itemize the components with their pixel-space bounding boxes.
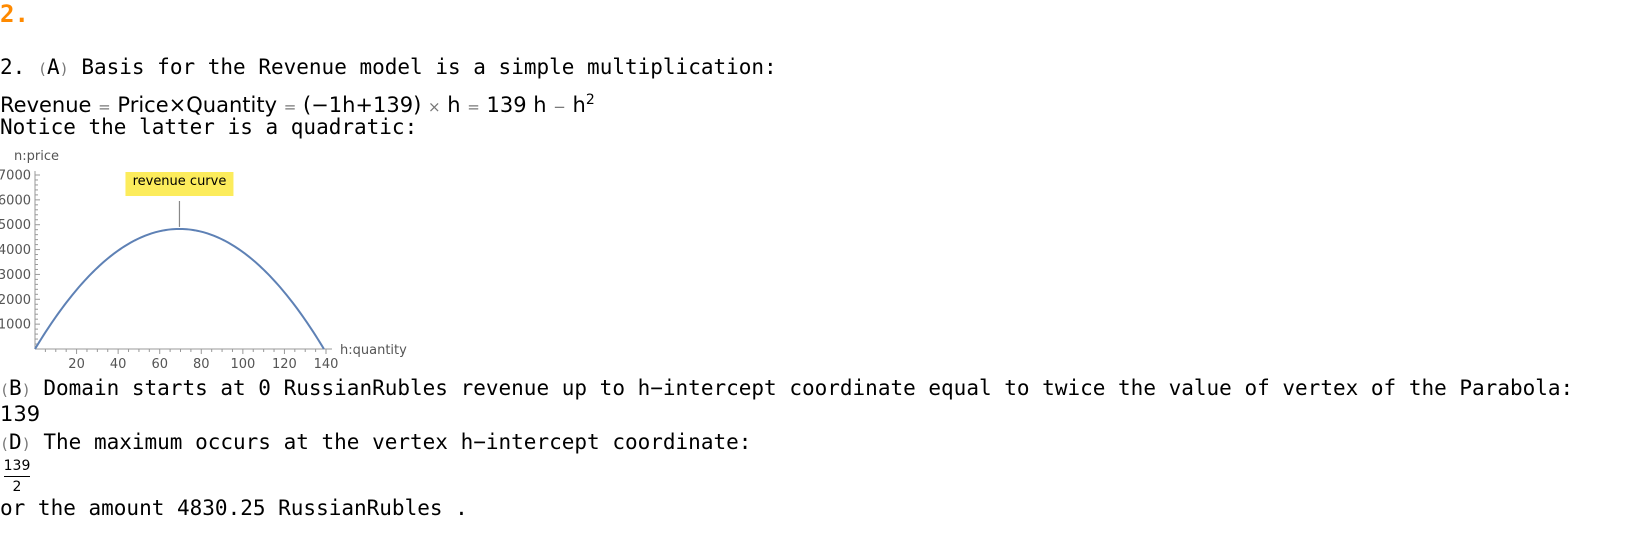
revenue-curve-line	[34, 227, 325, 350]
x-tick-label: 120	[272, 357, 297, 370]
vertex-fraction: 139 2	[2, 458, 32, 495]
formula-product: Price×Quantity	[117, 93, 277, 117]
callout-label: revenue curve	[133, 174, 227, 189]
fraction-denominator: 2	[12, 479, 22, 495]
section-heading: 2.	[0, 0, 29, 28]
part-b-label: B	[9, 376, 22, 400]
y-tick-label: 3000	[0, 268, 31, 283]
part-d-label: D	[9, 430, 22, 454]
paren-open: (	[0, 381, 10, 399]
y-tick-label: 1000	[0, 318, 31, 333]
part-a-label: A	[46, 55, 60, 79]
paren-close: )	[59, 60, 69, 78]
part-b-text: Domain starts at 0 RussianRubles revenue…	[43, 376, 1574, 400]
x-tick-label: 40	[110, 357, 127, 370]
part-b-value: 139	[0, 402, 41, 426]
formula-result-b: h	[572, 93, 586, 117]
y-axis-label: n:price	[14, 149, 59, 164]
x-tick-label: 60	[151, 357, 168, 370]
fraction-bar	[4, 476, 30, 477]
y-tick-label: 5000	[0, 218, 31, 233]
x-tick-label: 140	[314, 357, 339, 370]
formula-times: ×	[427, 98, 441, 116]
formula-lhs: Revenue	[0, 93, 92, 117]
paren-open: (	[37, 60, 47, 78]
closing-text: or the amount 4830.25 RussianRubles .	[0, 496, 468, 520]
revenue-chart: 20 40 60 80 100 120 140 1000 2000 3000 4000 5000 600…	[0, 149, 407, 370]
formula-eq3: =	[467, 98, 480, 116]
x-tick-label: 80	[193, 357, 210, 370]
y-tick-label: 4000	[0, 243, 31, 258]
y-tick-label: 2000	[0, 293, 31, 308]
formula-eq1: =	[98, 98, 111, 116]
part-d-line: (D) The maximum occurs at the vertex h−i…	[0, 430, 751, 456]
paren-open: (	[0, 435, 10, 453]
part-d-text: The maximum occurs at the vertex h−inter…	[43, 430, 752, 454]
part-b-line: (B) Domain starts at 0 RussianRubles rev…	[0, 376, 1573, 402]
y-tick-label: 6000	[0, 193, 31, 208]
x-tick-label: 20	[68, 357, 85, 370]
part-a-text: Basis for the Revenue model is a simple …	[81, 55, 777, 79]
paren-close: )	[21, 435, 31, 453]
fraction-numerator: 139	[3, 458, 31, 474]
part-a-prefix: 2.	[0, 55, 26, 79]
formula-minus: −	[553, 98, 566, 116]
formula-result-a: 139 h	[486, 93, 547, 117]
x-axis-label: h:quantity	[340, 343, 407, 358]
part-a-line: 2. (A) Basis for the Revenue model is a …	[0, 55, 777, 81]
y-tick-label: 7000	[0, 169, 31, 184]
x-tick-label: 100	[230, 357, 255, 370]
formula-eq2: =	[283, 98, 297, 116]
formula-exponent: 2	[585, 92, 595, 108]
formula-factor: (−1h+139)	[302, 93, 422, 117]
paren-close: )	[21, 381, 31, 399]
formula-var: h	[447, 93, 461, 117]
notice-text: Notice the latter is a quadratic:	[0, 115, 418, 139]
